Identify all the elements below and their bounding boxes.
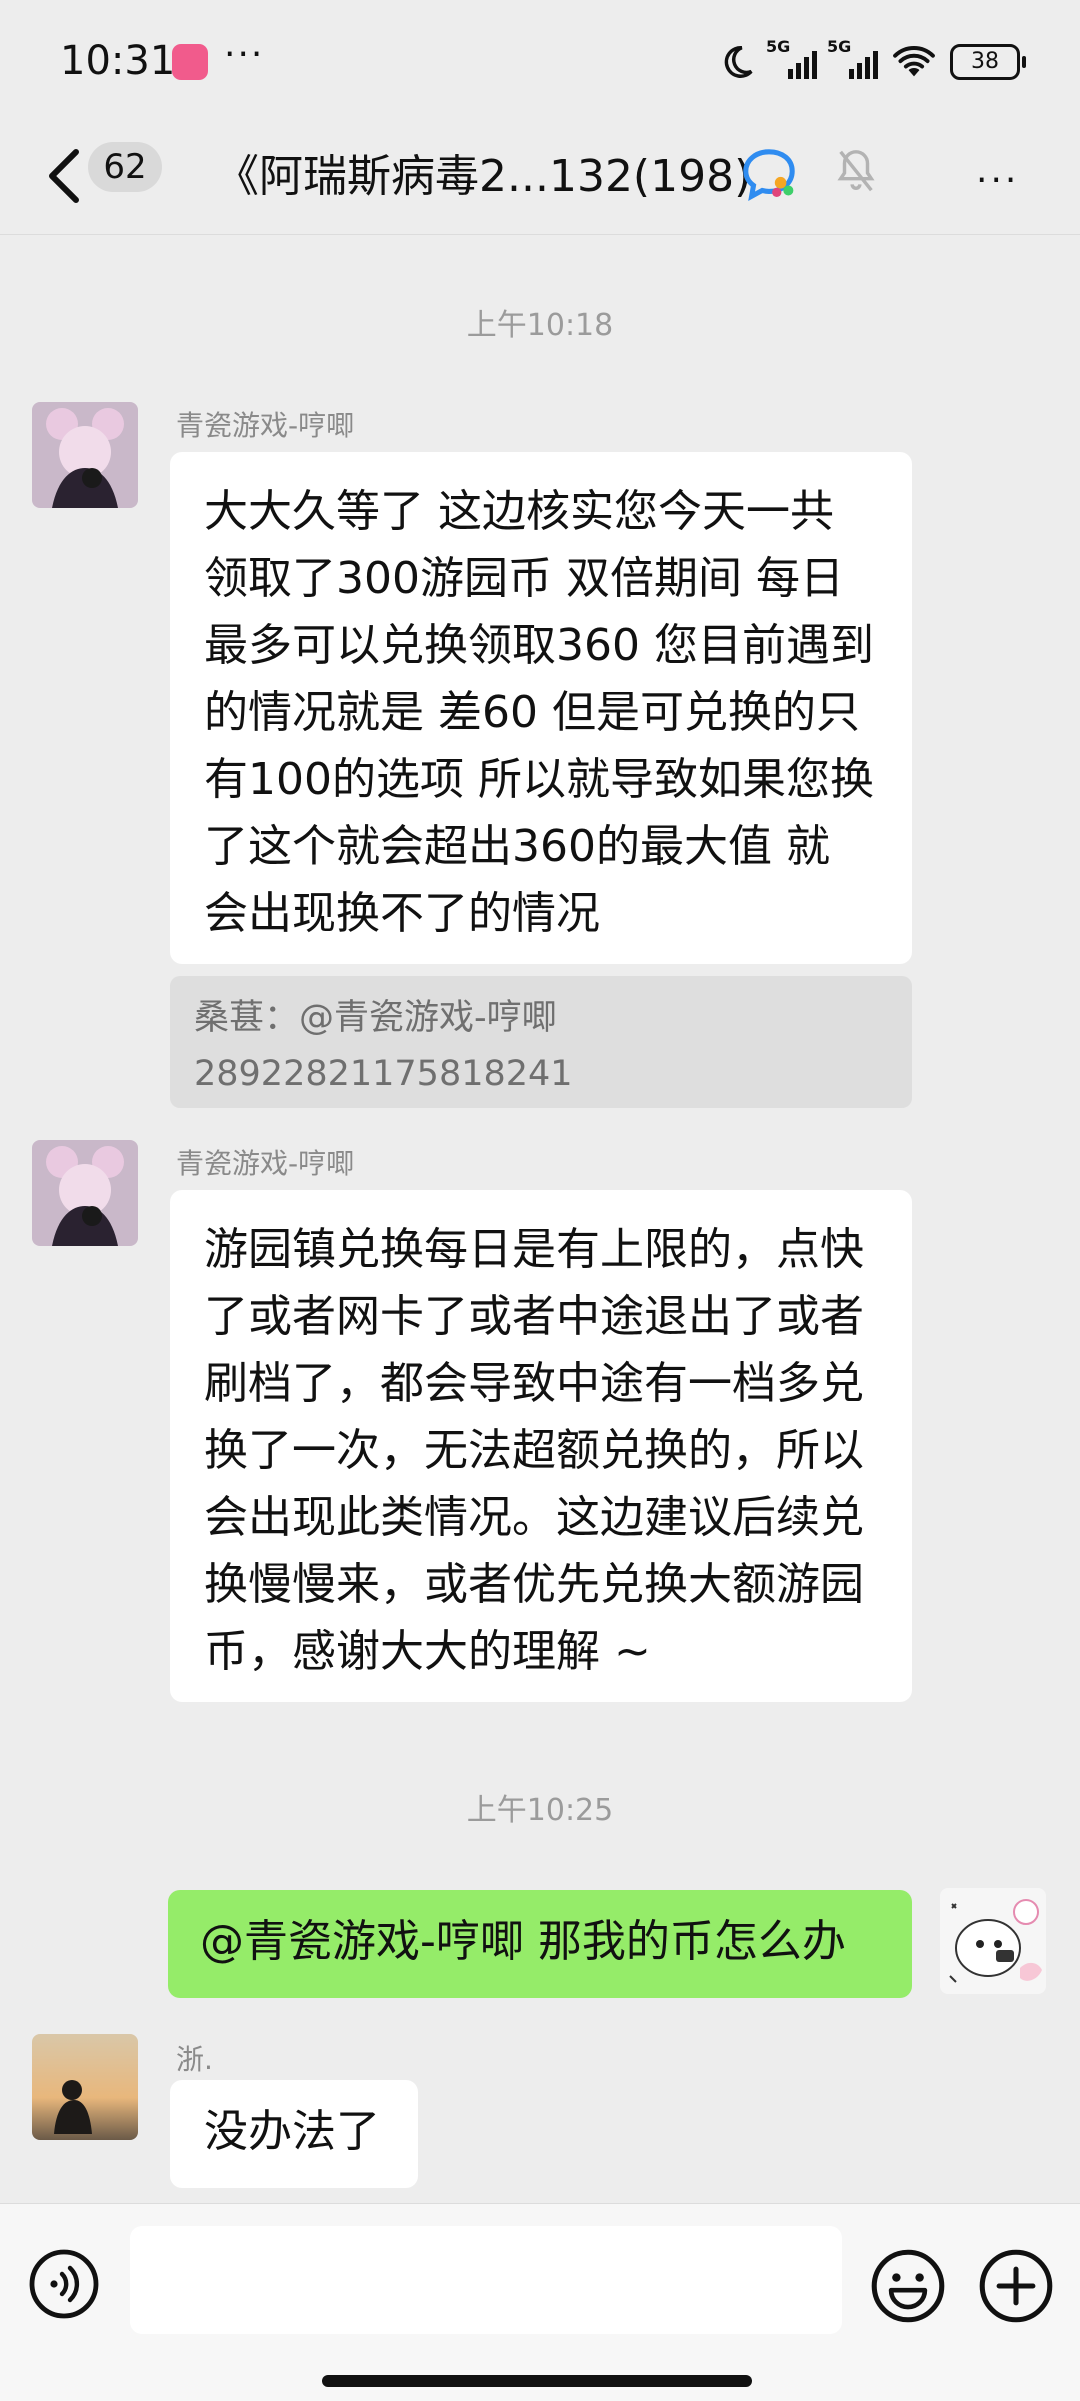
avatar[interactable] — [32, 2034, 138, 2140]
status-bar: 10:31 ··· 5G 5G 38 — [0, 0, 1080, 126]
chat-header: 62 《阿瑞斯病毒2...132(198) ··· — [0, 126, 1080, 235]
avatar[interactable] — [32, 402, 138, 508]
unread-count-badge[interactable]: 62 — [88, 142, 162, 192]
sender-name: 青瓷游戏-哼唧 — [176, 1147, 355, 1180]
status-more-icon: ··· — [224, 34, 265, 75]
chat-menu-icon[interactable]: ··· — [976, 160, 1019, 201]
message-bubble[interactable]: 没办法了 — [170, 2080, 418, 2188]
own-message-bubble[interactable]: @青瓷游戏-哼唧 那我的币怎么办 — [168, 1890, 912, 1998]
signal-5g-icon: 5G — [766, 37, 817, 79]
chat-title[interactable]: 《阿瑞斯病毒2...132(198) — [215, 140, 751, 204]
moon-icon — [724, 46, 753, 78]
voice-input-icon[interactable] — [28, 2248, 100, 2320]
home-indicator[interactable] — [322, 2375, 752, 2387]
own-avatar[interactable] — [940, 1888, 1046, 1994]
message-input[interactable] — [130, 2226, 842, 2334]
input-bar — [0, 2203, 1080, 2401]
message-bubble[interactable]: 大大久等了 这边核实您今天一共 领取了300游园币 双倍期间 每日 最多可以兑换… — [170, 452, 912, 964]
mute-bell-icon[interactable] — [836, 148, 876, 194]
plus-icon[interactable] — [978, 2248, 1054, 2324]
timestamp: 上午10:18 — [466, 308, 614, 343]
group-chat-bubble-icon[interactable] — [740, 146, 798, 204]
message-bubble[interactable]: 游园镇兑换每日是有上限的，点快 了或者网卡了或者中途退出了或者 刷档了，都会导致… — [170, 1190, 912, 1702]
sender-name: 青瓷游戏-哼唧 — [176, 409, 355, 442]
sender-name: 浙. — [176, 2043, 213, 2076]
quoted-reply[interactable]: 桑葚：@青瓷游戏-哼唧 28922821175818241 — [170, 976, 912, 1108]
status-time: 10:31 — [60, 38, 176, 84]
signal-5g-icon-2: 5G — [827, 37, 878, 79]
battery-indicator: 38 — [950, 44, 1026, 80]
app-notification-icon — [172, 44, 208, 80]
wifi-icon — [893, 46, 935, 77]
back-arrow-icon[interactable] — [40, 146, 90, 206]
timestamp: 上午10:25 — [466, 1793, 614, 1828]
avatar[interactable] — [32, 1140, 138, 1246]
emoji-icon[interactable] — [870, 2248, 946, 2324]
